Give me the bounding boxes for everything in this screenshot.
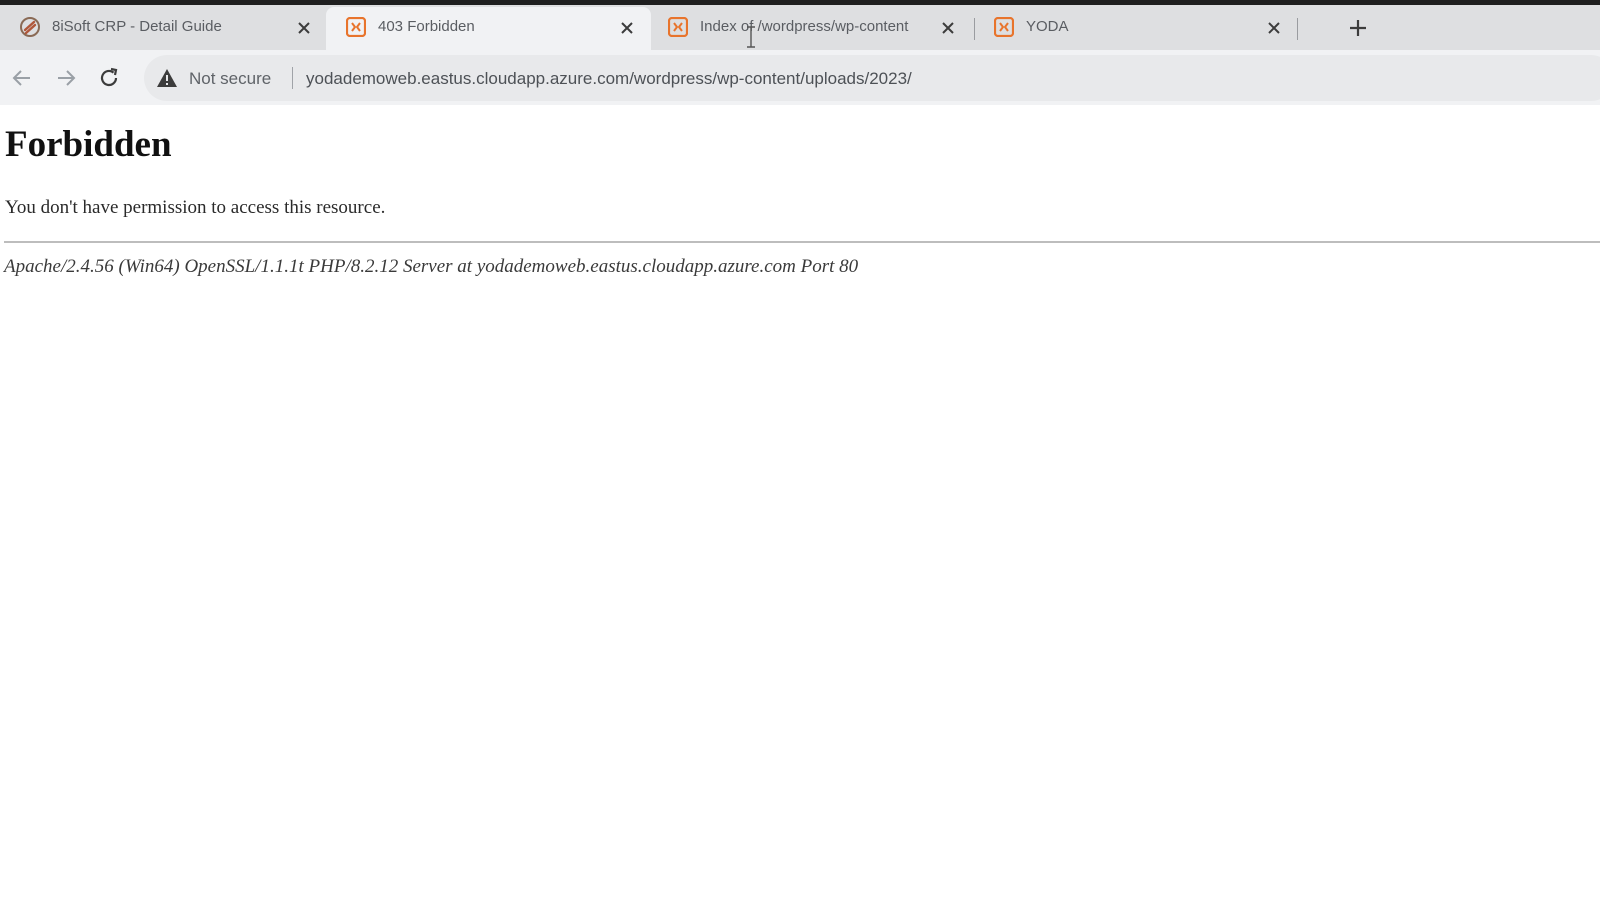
server-signature: Apache/2.4.56 (Win64) OpenSSL/1.1.1t PHP… [4, 256, 859, 277]
tab-title: 403 Forbidden [378, 18, 475, 35]
close-icon[interactable] [938, 18, 958, 38]
error-message: You don't have permission to access this… [5, 197, 386, 218]
arrow-right-icon [58, 70, 76, 86]
tab-title: 8iSoft CRP - Detail Guide [52, 18, 222, 35]
8isoft-logo-icon [20, 17, 40, 37]
tab-strip: 8iSoft CRP - Detail Guide 403 Forbidden … [0, 5, 1600, 50]
security-label[interactable]: Not secure [189, 69, 271, 89]
xampp-icon [993, 16, 1015, 38]
tab-separator [1297, 18, 1298, 40]
text-cursor-icon [746, 26, 756, 48]
reload-icon [100, 67, 118, 87]
xampp-icon [667, 16, 689, 38]
tab-index-of[interactable]: Index of /wordpress/wp-content [648, 7, 972, 50]
xampp-icon [345, 16, 367, 38]
url-text[interactable]: yodademoweb.eastus.cloudapp.azure.com/wo… [306, 69, 912, 89]
divider [4, 241, 1600, 243]
arrow-left-icon [12, 70, 30, 86]
new-tab-button[interactable] [1344, 14, 1372, 42]
tab-yoda[interactable]: YODA [974, 7, 1298, 50]
address-bar[interactable]: Not secure yodademoweb.eastus.cloudapp.a… [144, 55, 1600, 101]
page-title: Forbidden [5, 124, 172, 165]
page-content: Forbidden You don't have permission to a… [0, 105, 1600, 913]
close-icon[interactable] [1264, 18, 1284, 38]
tab-403-forbidden[interactable]: 403 Forbidden [326, 7, 651, 50]
forward-button[interactable] [52, 64, 80, 92]
back-button[interactable] [8, 64, 36, 92]
browser-toolbar: Not secure yodademoweb.eastus.cloudapp.a… [0, 50, 1600, 105]
tab-8isoft[interactable]: 8iSoft CRP - Detail Guide [0, 7, 328, 50]
close-icon[interactable] [294, 18, 314, 38]
reload-button[interactable] [95, 64, 123, 92]
tab-title: YODA [1026, 18, 1069, 35]
close-icon[interactable] [617, 18, 637, 38]
tab-title: Index of /wordpress/wp-content [700, 18, 909, 35]
warning-icon[interactable] [156, 68, 178, 88]
omnibox-divider [292, 67, 293, 89]
plus-icon [1350, 20, 1366, 36]
